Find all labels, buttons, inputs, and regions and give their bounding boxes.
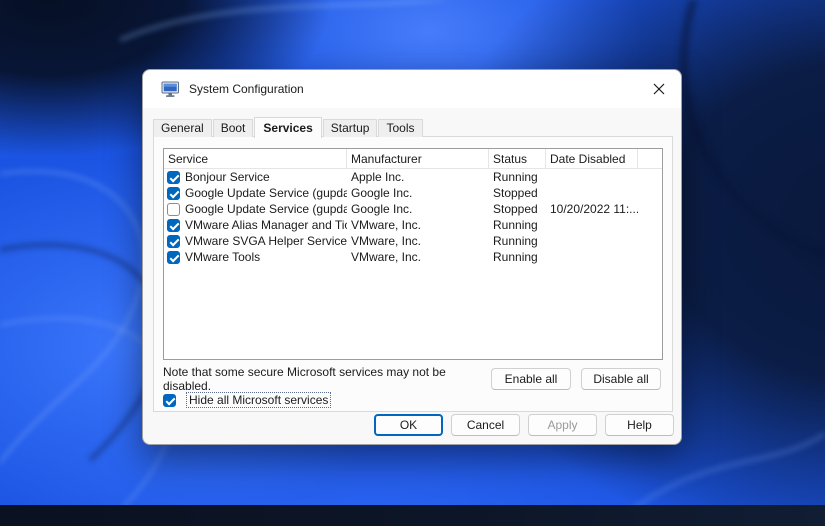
service-manufacturer: VMware, Inc. (351, 218, 422, 232)
service-checkbox[interactable] (167, 170, 180, 184)
hide-all-microsoft-services-checkbox[interactable] (163, 393, 176, 407)
note-text: Note that some secure Microsoft services… (163, 364, 446, 393)
column-header-date-disabled[interactable]: Date Disabled (546, 149, 638, 168)
title-bar[interactable]: System Configuration (143, 70, 681, 108)
services-table: Service Manufacturer Status Date Disable… (163, 148, 663, 360)
service-checkbox[interactable] (167, 250, 180, 264)
tab-boot[interactable]: Boot (212, 119, 254, 137)
tab-tools[interactable]: Tools (378, 119, 423, 137)
service-name: VMware SVGA Helper Service (185, 234, 347, 248)
tab-services[interactable]: Services (254, 117, 322, 138)
column-header-manufacturer[interactable]: Manufacturer (347, 149, 489, 168)
service-status: Running (493, 234, 538, 248)
service-row[interactable]: VMware Alias Manager and Ticke... VMware… (164, 217, 662, 233)
service-name: VMware Tools (185, 250, 261, 264)
cancel-button[interactable]: Cancel (451, 414, 520, 436)
column-header-service[interactable]: Service (164, 149, 347, 168)
taskbar (0, 505, 825, 526)
service-row[interactable]: VMware Tools VMware, Inc. Running (164, 249, 662, 265)
service-status: Running (493, 170, 538, 184)
service-row[interactable]: Bonjour Service Apple Inc. Running (164, 169, 662, 185)
service-manufacturer: VMware, Inc. (351, 250, 422, 264)
service-row[interactable]: Google Update Service (gupdate) Google I… (164, 185, 662, 201)
hide-all-microsoft-services-row: Hide all Microsoft services (163, 391, 332, 409)
desktop-wallpaper: System Configuration General Boot Servic… (0, 0, 825, 526)
tab-startup[interactable]: Startup (322, 119, 378, 137)
service-checkbox[interactable] (167, 218, 180, 232)
ok-button[interactable]: OK (374, 414, 443, 436)
service-name: Google Update Service (gupdate) (185, 186, 347, 200)
hide-all-microsoft-services-label[interactable]: Hide all Microsoft services (186, 392, 332, 408)
service-name: Google Update Service (gupdatem) (185, 202, 347, 216)
tab-general[interactable]: General (153, 119, 212, 137)
window-title: System Configuration (189, 82, 304, 96)
services-tab-page: Service Manufacturer Status Date Disable… (153, 136, 673, 412)
service-status: Running (493, 250, 538, 264)
service-status: Stopped (493, 186, 538, 200)
services-table-header: Service Manufacturer Status Date Disable… (164, 149, 662, 169)
apply-button[interactable]: Apply (528, 414, 597, 436)
system-configuration-icon (161, 81, 179, 97)
enable-all-button[interactable]: Enable all (491, 367, 571, 390)
column-header-filler (638, 149, 662, 168)
note-row: Note that some secure Microsoft services… (163, 365, 661, 393)
service-checkbox[interactable] (167, 202, 180, 216)
service-status: Stopped (493, 202, 538, 216)
dialog-button-row: OK Cancel Apply Help (374, 414, 674, 436)
system-configuration-window: System Configuration General Boot Servic… (142, 69, 682, 445)
service-status: Running (493, 218, 538, 232)
service-manufacturer: Apple Inc. (351, 170, 405, 184)
close-button[interactable] (636, 70, 681, 108)
help-button[interactable]: Help (605, 414, 674, 436)
column-header-status[interactable]: Status (489, 149, 546, 168)
service-name: Bonjour Service (185, 170, 270, 184)
service-name: VMware Alias Manager and Ticke... (185, 218, 347, 232)
service-manufacturer: VMware, Inc. (351, 234, 422, 248)
service-manufacturer: Google Inc. (351, 202, 413, 216)
service-row[interactable]: Google Update Service (gupdatem) Google … (164, 201, 662, 217)
disable-all-button[interactable]: Disable all (581, 367, 661, 390)
service-checkbox[interactable] (167, 186, 180, 200)
service-date-disabled: 10/20/2022 11:... (550, 202, 638, 216)
tab-strip: General Boot Services Startup Tools (153, 116, 424, 138)
service-row[interactable]: VMware SVGA Helper Service VMware, Inc. … (164, 233, 662, 249)
close-icon (653, 83, 664, 95)
service-manufacturer: Google Inc. (351, 186, 413, 200)
service-checkbox[interactable] (167, 234, 180, 248)
